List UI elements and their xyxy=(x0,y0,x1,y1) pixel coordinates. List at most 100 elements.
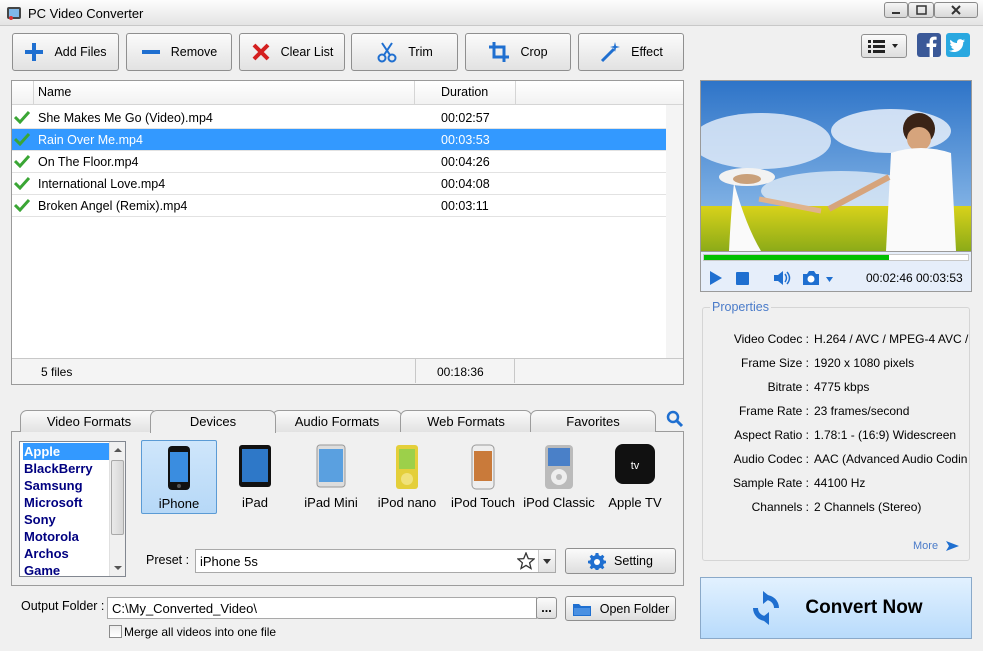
browse-button[interactable]: ... xyxy=(536,597,557,619)
device-ipod-classic[interactable]: iPod Classic xyxy=(521,440,597,514)
brand-item[interactable]: Motorola xyxy=(23,528,109,545)
current-time: 00:02:46 xyxy=(866,271,913,285)
property-row: Frame Rate : 23 frames/second xyxy=(703,404,971,424)
remove-label: Remove xyxy=(170,45,218,59)
device-label: iPad Mini xyxy=(304,495,358,510)
appletv-icon-text: tv xyxy=(631,460,640,472)
device-ipod-touch[interactable]: iPod Touch xyxy=(445,440,521,514)
window-title: PC Video Converter xyxy=(28,6,144,21)
brand-item[interactable]: Apple xyxy=(23,443,109,460)
play-icon[interactable] xyxy=(709,271,723,285)
camera-icon[interactable] xyxy=(802,270,836,286)
open-folder-button[interactable]: Open Folder xyxy=(565,596,676,621)
table-row[interactable]: She Makes Me Go (Video).mp4 00:02:57 xyxy=(12,107,666,129)
property-value: 23 frames/second xyxy=(814,404,910,418)
tab-web-formats[interactable]: Web Formats xyxy=(400,410,532,432)
add-files-label: Add Files xyxy=(54,45,107,59)
tab-video-formats[interactable]: Video Formats xyxy=(20,410,158,432)
property-row: Channels : 2 Channels (Stereo) xyxy=(703,500,971,520)
file-list-header: Name Duration xyxy=(12,81,683,105)
device-ipad[interactable]: iPad xyxy=(217,440,293,514)
volume-icon[interactable] xyxy=(774,270,792,286)
output-folder-input[interactable] xyxy=(107,597,537,619)
table-row[interactable]: Rain Over Me.mp4 00:03:53 xyxy=(12,129,666,151)
file-name: On The Floor.mp4 xyxy=(38,155,139,169)
brand-scrollbar[interactable] xyxy=(109,442,125,576)
file-duration: 00:03:11 xyxy=(441,199,489,213)
preset-label: Preset : xyxy=(146,553,190,567)
file-name: International Love.mp4 xyxy=(38,177,166,191)
facebook-icon[interactable] xyxy=(917,33,941,57)
total-time: 00:03:53 xyxy=(916,271,963,285)
property-row: Sample Rate : 44100 Hz xyxy=(703,476,971,496)
effect-button[interactable]: Effect xyxy=(578,33,684,71)
property-row: Bitrate : 4775 kbps xyxy=(703,380,971,400)
crop-icon xyxy=(489,42,510,62)
minimize-button[interactable] xyxy=(884,2,908,18)
brand-item[interactable]: Archos xyxy=(23,545,109,562)
star-icon[interactable] xyxy=(517,552,535,570)
merge-checkbox[interactable] xyxy=(109,625,122,638)
close-button[interactable] xyxy=(934,2,978,18)
setting-button[interactable]: Setting xyxy=(565,548,676,574)
list-view-icon xyxy=(868,40,898,53)
table-row[interactable]: Broken Angel (Remix).mp4 00:03:11 xyxy=(12,195,666,217)
crop-button[interactable]: Crop xyxy=(465,33,571,71)
twitter-icon[interactable] xyxy=(946,33,970,57)
scrollbar-track[interactable] xyxy=(666,105,683,358)
property-key: Aspect Ratio : xyxy=(734,428,809,442)
brand-scroll-thumb[interactable] xyxy=(111,460,124,535)
maximize-button[interactable] xyxy=(908,2,934,18)
tab-audio-formats[interactable]: Audio Formats xyxy=(272,410,402,432)
device-iphone[interactable]: iPhone xyxy=(141,440,217,514)
total-duration: 00:18:36 xyxy=(437,365,484,379)
player-controls: 00:02:46 00:03:53 xyxy=(700,252,972,292)
property-row: Aspect Ratio : 1.78:1 - (16:9) Widescreen xyxy=(703,428,971,448)
convert-now-button[interactable]: Convert Now xyxy=(700,577,972,639)
arrow-right-icon[interactable] xyxy=(946,540,960,552)
brand-list[interactable]: Apple BlackBerry Samsung Microsoft Sony Motor… xyxy=(19,441,126,579)
property-key: Channels : xyxy=(751,500,809,514)
device-ipod-nano[interactable]: iPod nano xyxy=(369,440,445,514)
footer-divider xyxy=(514,359,515,383)
wand-icon xyxy=(601,42,621,63)
file-name: Rain Over Me.mp4 xyxy=(38,133,143,147)
search-icon[interactable] xyxy=(666,410,684,428)
brand-item[interactable]: Sony xyxy=(23,511,109,528)
more-link[interactable]: More xyxy=(913,540,938,552)
table-row[interactable]: International Love.mp4 00:04:08 xyxy=(12,173,666,195)
file-duration: 00:03:53 xyxy=(441,133,490,147)
file-list[interactable]: Name Duration She Makes Me Go (Video).mp… xyxy=(11,80,684,385)
brand-item[interactable]: Microsoft xyxy=(23,494,109,511)
preview-image xyxy=(701,81,971,251)
tab-devices[interactable]: Devices xyxy=(150,410,276,433)
device-ipad-mini[interactable]: iPad Mini xyxy=(293,440,369,514)
remove-button[interactable]: Remove xyxy=(126,33,232,71)
device-label: iPod Classic xyxy=(523,495,595,510)
brand-item[interactable]: Game xyxy=(23,562,109,579)
stop-icon[interactable] xyxy=(736,272,749,285)
device-apple-tv[interactable]: tv Apple TV xyxy=(597,440,673,514)
tab-favorites[interactable]: Favorites xyxy=(530,410,656,432)
video-preview[interactable] xyxy=(700,80,972,252)
file-name: Broken Angel (Remix).mp4 xyxy=(38,199,188,213)
scroll-down-icon[interactable] xyxy=(114,565,122,571)
trim-button[interactable]: Trim xyxy=(351,33,458,71)
brand-item[interactable]: Samsung xyxy=(23,477,109,494)
scroll-up-icon[interactable] xyxy=(114,447,122,453)
check-icon xyxy=(14,132,30,146)
clear-list-button[interactable]: Clear List xyxy=(239,33,345,71)
table-row[interactable]: On The Floor.mp4 00:04:26 xyxy=(12,151,666,173)
app-logo-icon xyxy=(7,7,21,20)
view-mode-dropdown[interactable] xyxy=(861,34,907,58)
check-icon xyxy=(14,198,30,212)
clear-list-label: Clear List xyxy=(280,45,334,59)
add-files-button[interactable]: Add Files xyxy=(12,33,119,71)
properties-panel: Properties Video Codec : H.264 / AVC / MP… xyxy=(702,300,971,561)
playback-progress[interactable] xyxy=(703,254,969,261)
column-header-name[interactable]: Name xyxy=(33,81,416,104)
preset-select[interactable]: iPhone 5s xyxy=(195,549,556,573)
column-header-duration[interactable]: Duration xyxy=(414,81,515,104)
brand-item[interactable]: BlackBerry xyxy=(23,460,109,477)
preset-dropdown-button[interactable] xyxy=(538,550,555,572)
